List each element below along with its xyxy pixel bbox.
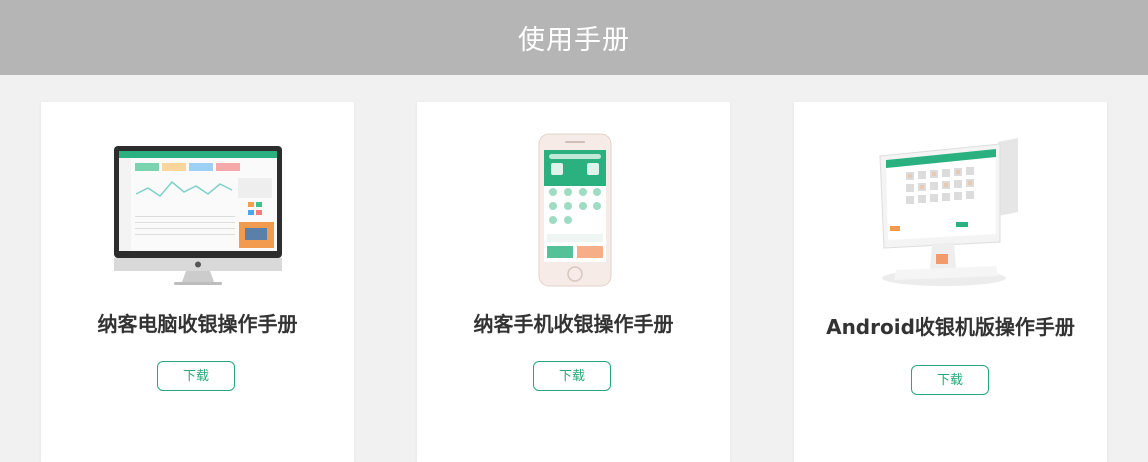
manual-card-android: Android收银机版操作手册 下载 xyxy=(794,102,1107,462)
download-button[interactable]: 下载 xyxy=(911,365,989,395)
card-title: Android收银机版操作手册 xyxy=(826,315,1075,339)
download-button[interactable]: 下载 xyxy=(533,361,611,391)
smartphone-icon xyxy=(417,130,730,290)
manual-card-desktop: 纳客电脑收银操作手册 下载 xyxy=(41,102,354,462)
page-title: 使用手册 xyxy=(518,25,630,56)
download-button[interactable]: 下载 xyxy=(157,361,235,391)
page-header: 使用手册 xyxy=(0,0,1148,75)
manual-card-mobile: 纳客手机收银操作手册 下载 xyxy=(417,102,730,462)
imac-icon xyxy=(41,130,354,290)
pos-terminal-icon xyxy=(794,130,1107,290)
card-title: 纳客电脑收银操作手册 xyxy=(97,312,298,336)
card-title: 纳客手机收银操作手册 xyxy=(473,312,674,336)
